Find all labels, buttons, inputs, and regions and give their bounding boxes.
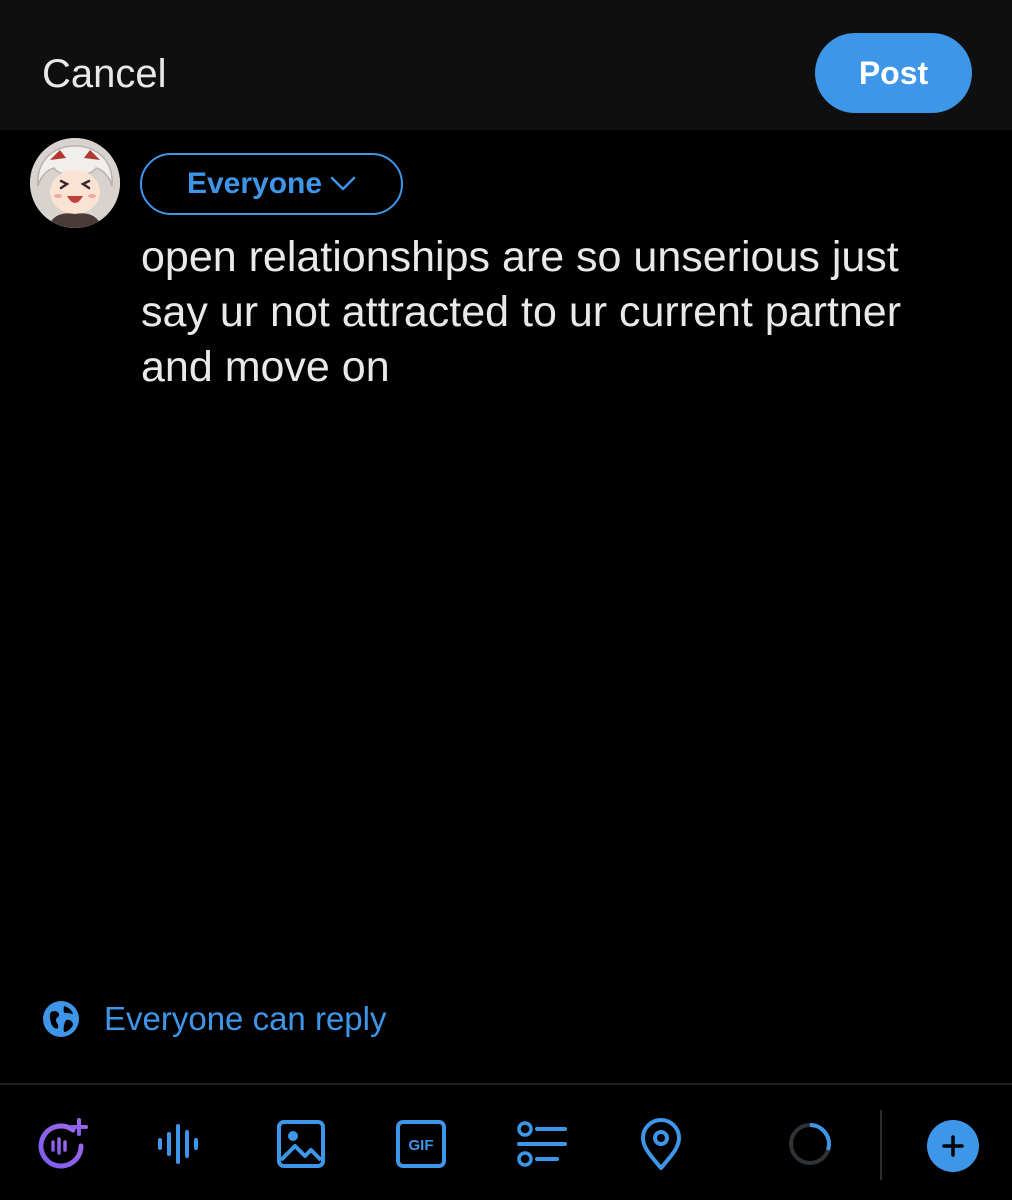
- avatar[interactable]: [30, 138, 120, 228]
- char-progress-icon: [789, 1123, 831, 1165]
- globe-icon: [43, 1001, 79, 1037]
- reply-setting-label: Everyone can reply: [104, 1000, 387, 1037]
- add-post-icon: [942, 1135, 964, 1157]
- grok-button[interactable]: [33, 1116, 89, 1172]
- gif-button[interactable]: GIF: [393, 1116, 449, 1172]
- image-button[interactable]: [273, 1116, 329, 1172]
- location-icon: [641, 1118, 681, 1170]
- avatar-image: [30, 138, 120, 228]
- reply-setting-button[interactable]: Everyone can reply: [42, 1000, 386, 1038]
- image-icon: [277, 1120, 325, 1168]
- gif-icon: GIF: [396, 1120, 446, 1168]
- toolbar-separator: [880, 1110, 882, 1180]
- voice-icon: [158, 1124, 198, 1164]
- char-progress: [782, 1116, 838, 1172]
- post-text-input[interactable]: open relationships are so unserious just…: [141, 230, 991, 395]
- poll-button[interactable]: [513, 1116, 569, 1172]
- top-bar: Cancel Post: [0, 0, 1012, 130]
- chevron-down-icon: [330, 176, 356, 191]
- audience-label: Everyone: [186, 167, 323, 200]
- svg-text:GIF: GIF: [409, 1137, 434, 1154]
- grok-icon: [38, 1118, 88, 1169]
- poll-icon: [517, 1121, 567, 1167]
- cancel-button[interactable]: Cancel: [42, 48, 167, 100]
- toolbar-divider: [0, 1083, 1012, 1085]
- voice-button[interactable]: [152, 1116, 208, 1172]
- location-button[interactable]: [633, 1116, 689, 1172]
- audience-selector[interactable]: Everyone: [140, 153, 403, 215]
- post-button[interactable]: Post: [815, 33, 972, 113]
- add-post-button[interactable]: [927, 1120, 979, 1172]
